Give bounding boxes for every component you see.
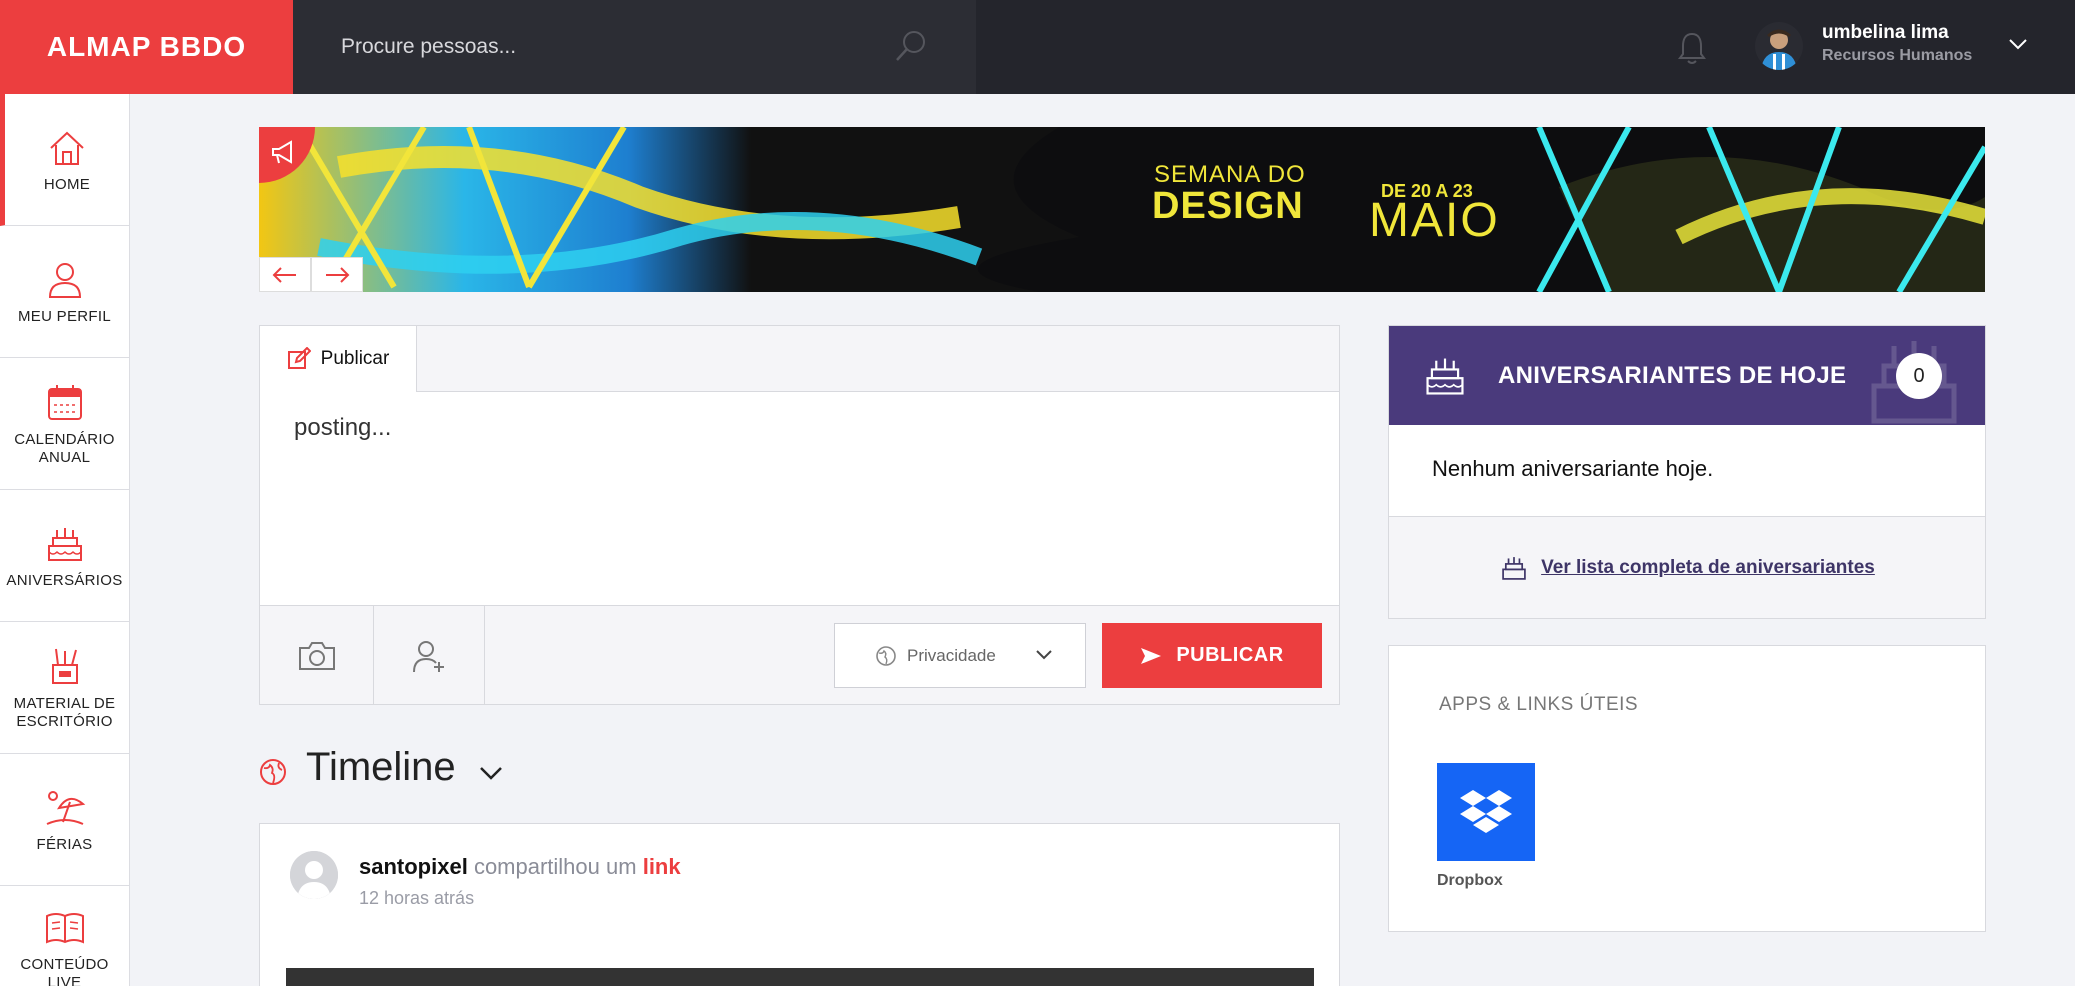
post-text-area[interactable]: posting... [294,414,391,442]
search-bar [293,0,976,94]
sidebar-item-label: FÉRIAS [36,835,93,853]
privacy-select[interactable]: Privacidade [834,623,1086,688]
bell-icon[interactable] [1676,30,1708,66]
user-name[interactable]: umbelina lima [1822,22,1949,44]
sidebar-item-label: MEU PERFIL [17,307,111,325]
chevron-down-icon[interactable] [2008,36,2028,52]
logo[interactable]: ALMAP BBDO [0,0,293,94]
search-icon[interactable] [893,28,929,64]
publish-tab-bar: Publicar [260,326,1339,392]
home-icon [50,131,84,165]
birthdays-footer: Ver lista completa de aniversariantes [1389,516,1985,618]
apps-title: APPS & LINKS ÚTEIS [1439,694,1639,715]
search-input[interactable] [341,26,861,68]
sidebar-item-vacation[interactable]: FÉRIAS [0,754,130,886]
chevron-down-icon[interactable] [478,764,504,782]
arrow-right-icon [326,266,350,283]
arrow-left-icon [272,266,296,283]
send-icon [1141,647,1162,664]
globe-icon [260,759,286,785]
tag-person-button[interactable] [374,606,485,705]
camera-icon [298,641,335,670]
sidebar-item-calendar[interactable]: CALENDÁRIO ANUAL [0,358,130,490]
sidebar-item-label: ANIVERSÁRIOS [6,571,123,589]
chevron-down-icon [1036,650,1052,660]
publish-footer: Privacidade PUBLICAR [260,605,1339,705]
sidebar-item-office-supplies[interactable]: MATERIAL DE ESCRITÓRIO [0,622,130,754]
banner-line-4: MAIO [1369,194,1500,247]
tab-publish[interactable]: Publicar [260,326,417,392]
birthdays-full-list-link[interactable]: Ver lista completa de aniversariantes [1541,557,1875,579]
birthdays-title: ANIVERSARIANTES DE HOJE [1498,362,1847,389]
banner-line-2: DESIGN [1152,185,1304,227]
privacy-label: Privacidade [907,645,996,665]
birthdays-header: ANIVERSARIANTES DE HOJE 0 [1389,326,1985,425]
banner-artwork [259,127,1985,292]
cake-icon [1502,556,1526,580]
dropbox-app-tile[interactable] [1437,763,1535,861]
office-supplies-icon [51,648,78,684]
birthdays-card: ANIVERSARIANTES DE HOJE 0 Nenhum anivers… [1388,325,1986,619]
banner-prev-button[interactable] [259,257,311,292]
post-timestamp: 12 horas atrás [359,888,475,908]
timeline-title: Timeline [306,745,456,789]
cake-icon [47,527,82,561]
post-link[interactable]: link [643,854,681,879]
beach-icon [46,790,85,825]
globe-icon [876,645,896,666]
sidebar: HOME MEU PERFIL CALENDÁRIO ANUAL ANIVERS… [0,94,130,986]
user-icon [48,262,81,298]
birthdays-count-badge: 0 [1896,353,1942,399]
post-author[interactable]: santopixel [359,854,468,879]
event-banner[interactable]: SEMANA DO DESIGN DE 20 A 23 MAIO [259,127,1985,292]
publish-button-label: PUBLICAR [1176,644,1284,666]
sidebar-item-profile[interactable]: MEU PERFIL [0,226,130,358]
avatar[interactable] [290,851,338,899]
post-action: compartilhou um [473,854,637,879]
sidebar-item-label: CALENDÁRIO ANUAL [14,430,115,466]
sidebar-item-label: HOME [43,175,91,193]
post-media[interactable] [286,968,1314,986]
post-header: santopixel compartilhou um link [359,854,681,880]
megaphone-icon [272,140,292,164]
book-icon [45,913,84,944]
sidebar-item-label: CONTEÚDO LIVE [20,956,109,986]
edit-icon [287,347,311,369]
birthdays-empty-message: Nenhum aniversariante hoje. [1432,456,1714,481]
timeline-post: santopixel compartilhou um link 12 horas… [259,823,1340,986]
add-user-icon [413,640,444,672]
user-department: Recursos Humanos [1822,47,1973,64]
sidebar-item-home[interactable]: HOME [0,94,130,226]
publish-card: Publicar posting... Privacidade PUBLICAR [259,325,1340,705]
sidebar-item-birthdays[interactable]: ANIVERSÁRIOS [0,490,130,622]
top-bar: ALMAP BBDO umbelina lima Recursos Humano… [0,0,2075,94]
app-label: Dropbox [1437,872,1503,889]
tab-label: Publicar [320,348,390,369]
dropbox-icon [1460,790,1512,833]
calendar-icon [47,384,82,420]
cake-icon [1426,358,1464,395]
publish-button[interactable]: PUBLICAR [1102,623,1322,688]
sidebar-item-live-content[interactable]: CONTEÚDO LIVE [0,886,130,986]
sidebar-item-label: MATERIAL DE ESCRITÓRIO [13,694,116,730]
user-avatar[interactable] [1755,22,1803,70]
banner-next-button[interactable] [311,257,363,292]
apps-links-card: APPS & LINKS ÚTEIS Dropbox [1388,645,1986,932]
add-photo-button[interactable] [260,606,374,705]
